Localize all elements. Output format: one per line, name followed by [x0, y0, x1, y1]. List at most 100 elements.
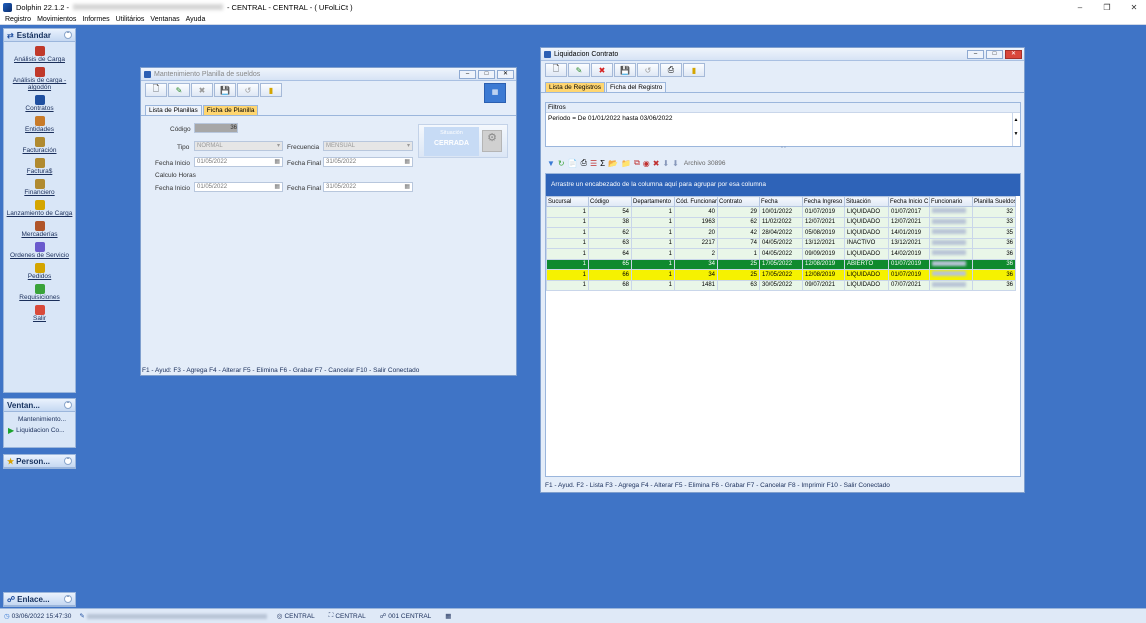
chevron-down-icon[interactable]: ˇ: [64, 457, 72, 465]
save-button[interactable]: 💾: [214, 83, 236, 97]
maximize-icon[interactable]: □: [986, 50, 1003, 59]
filter-icon[interactable]: ▼: [547, 159, 555, 168]
table-row[interactable]: 1 68 1 1481 63 30/05/2022 09/07/2021 LIQUIDADO 0…: [546, 279, 1016, 291]
calendar-icon[interactable]: ▦: [274, 158, 280, 166]
tax-report-button[interactable]: ▦: [484, 83, 506, 103]
delete-button[interactable]: ✖: [591, 63, 613, 77]
columns-icon[interactable]: ☰: [590, 159, 597, 168]
close-icon[interactable]: ✕: [1124, 0, 1144, 14]
edit-button[interactable]: ✎: [568, 63, 590, 77]
table-row[interactable]: 1 66 1 34 25 17/05/2022 12/08/2019 LIQUIDADO 01/…: [546, 269, 1016, 281]
trash-icon[interactable]: ✖: [653, 159, 660, 168]
menu-informes[interactable]: Informes: [82, 16, 109, 23]
expand-all-icon[interactable]: ⬇: [662, 159, 669, 168]
print-grid-icon[interactable]: ⎙: [581, 158, 587, 168]
sidebar-header-enlace[interactable]: ☍ Enlace... ˆ: [4, 593, 75, 606]
menu-movimientos[interactable]: Movimientos: [37, 16, 76, 23]
sidebar-item[interactable]: Factura$: [4, 158, 75, 175]
close-icon[interactable]: ✕: [1005, 50, 1022, 59]
column-header[interactable]: Código: [588, 196, 632, 207]
column-header[interactable]: Cód. Funcionario: [674, 196, 718, 207]
column-header[interactable]: Fecha Inicio C: [888, 196, 930, 207]
sidebar-item[interactable]: Pedidos: [4, 263, 75, 280]
column-header[interactable]: Contrato: [717, 196, 760, 207]
minimize-icon[interactable]: –: [1070, 0, 1090, 14]
tab-ficha-planilla[interactable]: Ficha de Planilla: [202, 105, 259, 115]
sidebar-item[interactable]: Ordenes de Servicio: [4, 242, 75, 259]
tab-lista-registros[interactable]: Lista de Registros: [545, 82, 606, 92]
cancel-button[interactable]: ↺: [237, 83, 259, 97]
sidebar-item[interactable]: Salir: [4, 305, 75, 322]
column-header[interactable]: Fecha Ingreso: [802, 196, 845, 207]
menu-ayuda[interactable]: Ayuda: [186, 16, 206, 23]
table-row[interactable]: 1 54 1 40 29 10/01/2022 01/07/2019 LIQUIDADO 01/…: [546, 206, 1016, 218]
codigo-field[interactable]: 36: [194, 123, 238, 133]
delete-button[interactable]: ✖: [191, 83, 213, 97]
sidebar-item-liquidacion[interactable]: Liquidacion Co...: [16, 427, 64, 434]
horas-inicio-field[interactable]: 01/05/2022 ▦: [194, 182, 283, 192]
exit-button[interactable]: ▮: [683, 63, 705, 77]
sidebar-header-personal[interactable]: ★ Person... ˇ: [4, 455, 75, 468]
planilla-titlebar[interactable]: Mantenimiento Planilla de sueldos – □ ✕: [141, 68, 516, 81]
table-row[interactable]: 1 62 1 20 42 28/04/2022 05/08/2019 LIQUIDADO 14/…: [546, 227, 1016, 239]
tab-ficha-registro[interactable]: Ficha del Registro: [606, 82, 667, 92]
sidebar-item[interactable]: Entidades: [4, 116, 75, 133]
edit-button[interactable]: ✎: [168, 83, 190, 97]
print-button[interactable]: ⎙: [660, 63, 682, 77]
new-button[interactable]: 🗋: [545, 63, 567, 77]
copy-icon[interactable]: ⧉: [634, 158, 640, 168]
filtros-scrollbar[interactable]: ▲ ▼: [1012, 113, 1019, 146]
calendar-icon[interactable]: ▦: [404, 158, 410, 166]
sidebar-item[interactable]: Análisis de carga - algodón: [4, 67, 75, 91]
column-header[interactable]: Situación: [844, 196, 889, 207]
chevron-up-icon[interactable]: ˆ: [64, 401, 72, 409]
sidebar-header-ventanas[interactable]: Ventan... ˆ: [4, 399, 75, 412]
sidebar-item-mantenimiento[interactable]: Mantenimiento...: [4, 412, 75, 423]
refresh-icon[interactable]: ↻: [558, 159, 565, 168]
tab-lista-planillas[interactable]: Lista de Planillas: [145, 105, 202, 115]
sidebar-item[interactable]: Análisis de Carga: [4, 46, 75, 63]
sidebar-item[interactable]: Lanzamiento de Carga: [4, 200, 75, 217]
table-row[interactable]: 1 63 1 2217 74 04/05/2022 13/12/2021 INACTIVO 13…: [546, 237, 1016, 249]
person-settings-icon[interactable]: ⚙: [482, 130, 502, 152]
fecha-inicio-field[interactable]: 01/05/2022 ▦: [194, 157, 283, 167]
column-header[interactable]: Fecha: [759, 196, 803, 207]
chevron-up-icon[interactable]: ˆ: [64, 595, 72, 603]
cancel-button[interactable]: ↺: [637, 63, 659, 77]
sum-icon[interactable]: Σ: [600, 159, 605, 168]
sidebar-item[interactable]: Financiero: [4, 179, 75, 196]
maximize-icon[interactable]: □: [478, 70, 495, 79]
column-header[interactable]: Planilla Sueldos: [972, 196, 1016, 207]
table-row[interactable]: 1 65 1 34 25 17/05/2022 12/08/2019 ABIERTO 01/07…: [546, 258, 1016, 270]
column-header[interactable]: Departamento: [631, 196, 675, 207]
sidebar-item[interactable]: Facturación: [4, 137, 75, 154]
menu-registro[interactable]: Registro: [5, 16, 31, 23]
close-icon[interactable]: ✕: [497, 70, 514, 79]
calendar-icon[interactable]: ▦: [274, 183, 280, 191]
folder-open-icon[interactable]: 📂: [608, 159, 618, 168]
horas-final-field[interactable]: 31/05/2022 ▦: [323, 182, 413, 192]
export-icon[interactable]: 📄: [568, 159, 578, 168]
table-row[interactable]: 1 64 1 2 1 04/05/2022 09/09/2019 LIQUIDADO 14/02…: [546, 248, 1016, 260]
tipo-select[interactable]: NORMAL ▾: [194, 141, 283, 151]
minimize-icon[interactable]: –: [459, 70, 476, 79]
table-row[interactable]: 1 38 1 1963 62 11/02/2022 12/07/2021 LIQUIDADO 1…: [546, 216, 1016, 228]
column-header[interactable]: Funcionario: [929, 196, 973, 207]
calendar-icon[interactable]: ▦: [404, 183, 410, 191]
frecuencia-select[interactable]: MENSUAL ▾: [323, 141, 413, 151]
chevron-up-icon[interactable]: ˆ: [64, 31, 72, 39]
record-icon[interactable]: ◉: [643, 159, 650, 168]
menu-ventanas[interactable]: Ventanas: [150, 16, 179, 23]
new-button[interactable]: 🗋: [145, 83, 167, 97]
minimize-icon[interactable]: –: [967, 50, 984, 59]
sidebar-item[interactable]: Requisiciones: [4, 284, 75, 301]
sidebar-item[interactable]: Mercaderías: [4, 221, 75, 238]
save-button[interactable]: 💾: [614, 63, 636, 77]
restore-icon[interactable]: ❐: [1097, 0, 1117, 14]
liquidacion-titlebar[interactable]: Liquidacion Contrato – □ ✕: [541, 48, 1024, 61]
collapse-all-icon[interactable]: ⬇: [672, 159, 679, 168]
folder-icon[interactable]: 📁: [621, 159, 631, 168]
column-header[interactable]: Sucursal: [546, 196, 589, 207]
exit-button[interactable]: ▮: [260, 83, 282, 97]
fecha-final-field[interactable]: 31/05/2022 ▦: [323, 157, 413, 167]
